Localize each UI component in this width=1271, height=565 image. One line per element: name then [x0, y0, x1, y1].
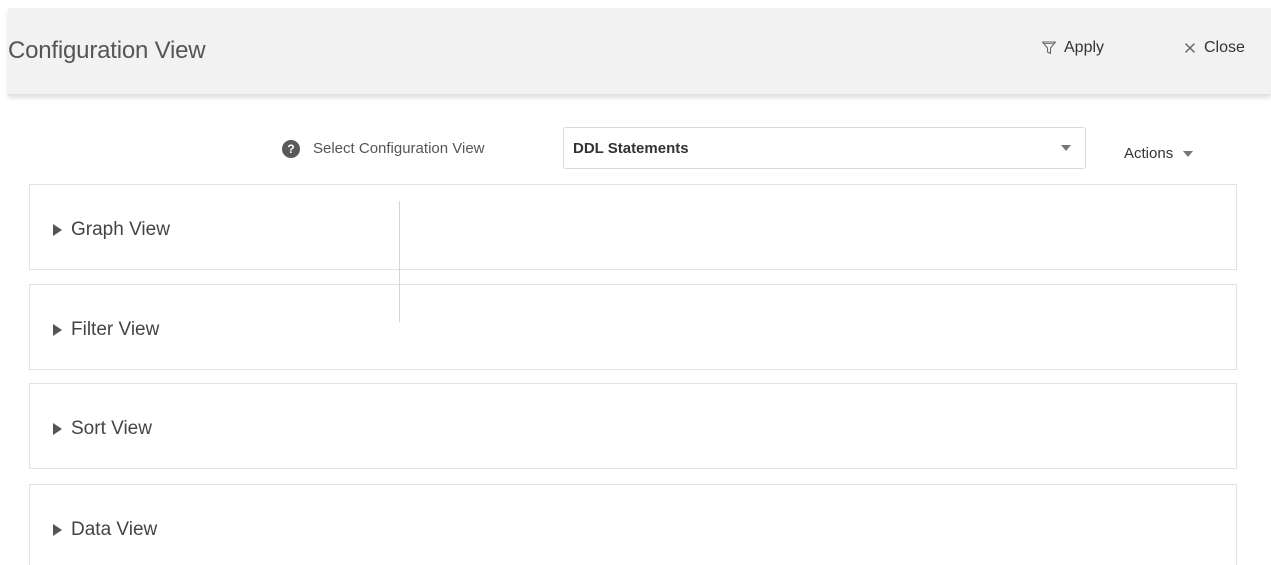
help-icon[interactable]: ? [282, 140, 300, 158]
caret-down-icon [1183, 151, 1194, 157]
apply-label: Apply [1064, 39, 1105, 56]
chevron-down-icon [1061, 145, 1071, 151]
panel-title: Filter View [71, 319, 160, 340]
panel-header[interactable]: Data View [53, 518, 157, 542]
panel-header[interactable]: Sort View [53, 417, 152, 441]
configuration-view-select[interactable]: DDL Statements [563, 127, 1086, 169]
apply-button[interactable]: Apply [1041, 36, 1104, 60]
funnel-icon [1041, 40, 1057, 56]
panel-graph-view[interactable]: Graph View [29, 184, 1237, 270]
header-bar: Configuration View Apply Close [8, 8, 1271, 95]
panel-title: Data View [71, 519, 158, 540]
panel-filter-view[interactable]: Filter View [29, 284, 1237, 370]
page-title: Configuration View [8, 37, 206, 64]
expand-arrow-icon [53, 524, 62, 536]
configuration-selector-row: ? Select Configuration View DDL Statemen… [0, 127, 1271, 171]
actions-label: Actions [1124, 145, 1174, 162]
panel-header[interactable]: Filter View [53, 318, 159, 342]
close-button[interactable]: Close [1183, 36, 1245, 60]
expand-arrow-icon [53, 423, 62, 435]
configuration-view-page: Configuration View Apply Close ? Select … [0, 0, 1271, 565]
expand-arrow-icon [53, 224, 62, 236]
panel-data-view[interactable]: Data View [29, 484, 1237, 565]
select-configuration-label: Select Configuration View [313, 140, 485, 157]
panel-header[interactable]: Graph View [53, 218, 170, 242]
panel-title: Sort View [71, 418, 152, 439]
resize-splitter[interactable] [399, 201, 400, 322]
close-label: Close [1204, 39, 1245, 56]
selected-configuration-value: DDL Statements [573, 140, 689, 157]
close-icon [1183, 41, 1197, 55]
panel-title: Graph View [71, 219, 170, 240]
expand-arrow-icon [53, 324, 62, 336]
panel-sort-view[interactable]: Sort View [29, 383, 1237, 469]
actions-dropdown-button[interactable]: Actions [1124, 144, 1194, 164]
